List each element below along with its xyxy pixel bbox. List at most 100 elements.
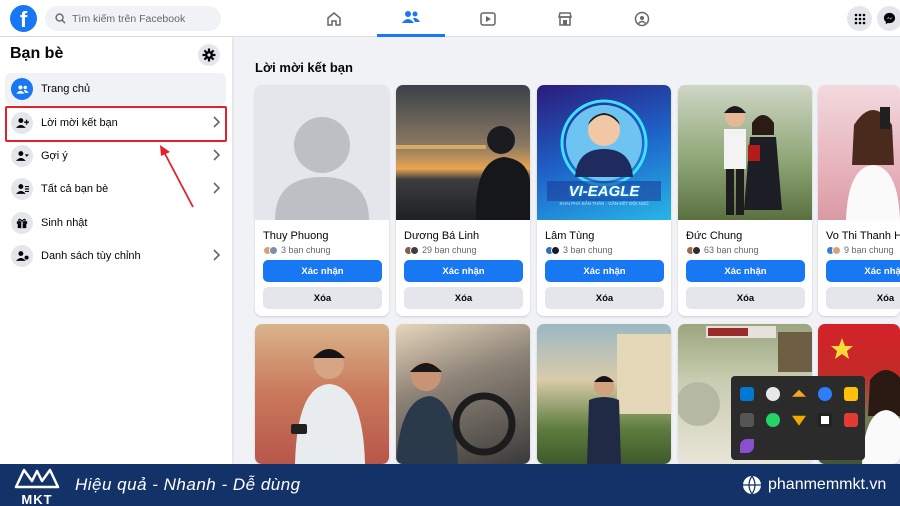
profile-photo[interactable]: VI-EAGLE KHAI PHÁ BẢN THÂN · GẮN KẾT ĐỘI… (537, 85, 671, 220)
profile-photo[interactable] (396, 324, 530, 464)
mkt-logo: MKT (14, 467, 60, 506)
messenger-button[interactable] (877, 6, 900, 31)
mutual-count: 3 bạn chung (281, 245, 331, 255)
search-input[interactable] (72, 12, 212, 25)
profile-photo[interactable] (255, 85, 389, 220)
tab-groups[interactable] (608, 0, 676, 37)
friend-request-card (255, 324, 389, 464)
feather-icon[interactable] (740, 439, 754, 453)
friends-icon (402, 11, 420, 23)
messenger-icon (883, 12, 896, 25)
delete-button[interactable]: Xóa (545, 287, 664, 309)
profile-photo[interactable] (255, 324, 389, 464)
photo-man-in-garden (587, 334, 671, 464)
footer-website[interactable]: phanmemmkt.vn (742, 475, 886, 495)
friend-request-card: Đức Chung 63 bạn chung Xác nhận Xóa (678, 85, 812, 316)
menu-button[interactable] (847, 6, 872, 31)
custom-list-icon (11, 245, 33, 267)
sidebar-item-label: Tất cả bạn bè (41, 183, 109, 195)
gear-icon (202, 48, 216, 62)
sidebar-item-label: Trang chủ (41, 83, 91, 95)
highlight-box (5, 106, 227, 142)
settings-button[interactable] (198, 44, 220, 66)
mutual-friends[interactable]: 63 bạn chung (686, 245, 759, 255)
all-friends-icon (11, 178, 33, 200)
default-avatar-icon (275, 117, 369, 220)
friend-name[interactable]: Vo Thi Thanh H (826, 230, 900, 242)
section-title: Lời mời kết bạn (255, 60, 353, 75)
confirm-button[interactable]: Xác nhận (545, 260, 664, 282)
tab-marketplace[interactable] (531, 0, 599, 37)
confirm-button[interactable]: Xác nhận (263, 260, 382, 282)
marketplace-icon (558, 11, 572, 26)
friend-name[interactable]: Lâm Tùng (545, 230, 594, 242)
tab-watch[interactable] (454, 0, 522, 37)
mutual-count: 29 bạn chung (422, 245, 477, 255)
tab-home[interactable] (300, 0, 368, 37)
footer-slogan: Hiệu quả - Nhanh - Dễ dùng (75, 475, 301, 494)
chevron-right-icon (213, 149, 220, 161)
friend-request-card: VI-EAGLE KHAI PHÁ BẢN THÂN · GẮN KẾT ĐỘI… (537, 85, 671, 316)
mutual-friends[interactable]: 9 bạn chung (826, 245, 894, 255)
delete-button[interactable]: Xóa (263, 287, 382, 309)
globe-icon (743, 475, 761, 495)
photo-man-with-phone (291, 349, 365, 464)
sidebar-item-label: Sinh nhật (41, 217, 88, 229)
mutual-count: 3 bạn chung (563, 245, 613, 255)
system-tray-popup (731, 376, 865, 460)
sidebar-item-home[interactable]: Trang chủ (5, 73, 226, 105)
photo-man-driving (396, 361, 516, 464)
watch-icon (480, 11, 496, 26)
chrome-icon[interactable] (766, 387, 780, 401)
gift-icon (11, 212, 33, 234)
whatsapp-icon[interactable] (766, 413, 780, 427)
top-navigation-bar: f (0, 0, 900, 37)
mute-icon[interactable] (740, 413, 754, 427)
profile-photo[interactable] (396, 85, 530, 220)
mutual-friends[interactable]: 3 bạn chung (263, 245, 331, 255)
arrow-icon[interactable] (792, 415, 806, 426)
friend-request-card: Dương Bá Linh 29 bạn chung Xác nhận Xóa (396, 85, 530, 316)
photo-graduation-couple (724, 106, 782, 215)
tab-friends[interactable] (377, 0, 445, 37)
friend-request-card: Vo Thi Thanh H 9 bạn chung Xác nhận Xóa (818, 85, 900, 316)
skype-icon[interactable] (740, 387, 754, 401)
delete-button[interactable]: Xóa (404, 287, 523, 309)
mutual-count: 63 bạn chung (704, 245, 759, 255)
delete-button[interactable]: Xóa (686, 287, 805, 309)
app-icon[interactable] (844, 413, 858, 427)
footer-banner: MKT Hiệu quả - Nhanh - Dễ dùng phanmemmk… (0, 464, 900, 506)
mutual-friends[interactable]: 3 bạn chung (545, 245, 613, 255)
friend-name[interactable]: Đức Chung (686, 230, 742, 242)
mutual-friends[interactable]: 29 bạn chung (404, 245, 477, 255)
chevron-right-icon (213, 182, 220, 194)
footer-website-text[interactable]: phanmemmkt.vn (768, 476, 886, 494)
facebook-logo[interactable]: f (10, 5, 37, 32)
profile-photo[interactable] (678, 85, 812, 220)
cloud-icon[interactable] (792, 389, 806, 397)
profile-photo[interactable] (818, 85, 900, 220)
confirm-button[interactable]: Xác nhận (686, 260, 805, 282)
check-icon[interactable] (818, 387, 832, 401)
friend-name[interactable]: Thuy Phuong (263, 230, 328, 242)
confirm-button[interactable]: Xác nhận (404, 260, 523, 282)
friends-sidebar: Bạn bè Trang chủ Lời mời kết bạn Gợi ý T… (0, 37, 232, 464)
photo-badge-subtitle: KHAI PHÁ BẢN THÂN · GẮN KẾT ĐỘI NGŨ (559, 201, 649, 206)
profile-photo[interactable] (537, 324, 671, 464)
search-box[interactable] (45, 6, 221, 31)
sidebar-item-label: Gợi ý (41, 150, 68, 162)
friend-request-card (396, 324, 530, 464)
friend-name[interactable]: Dương Bá Linh (404, 230, 479, 242)
photo-badge-title: VI-EAGLE (568, 183, 640, 200)
record-icon[interactable] (818, 413, 832, 427)
friend-suggest-icon (11, 145, 33, 167)
mkt-logo-text: MKT (21, 492, 53, 506)
sidebar-item-custom-lists[interactable]: Danh sách tùy chỉnh (5, 240, 226, 272)
delete-button[interactable]: Xóa (826, 287, 900, 309)
confirm-button[interactable]: Xác nhận (826, 260, 900, 282)
sidebar-item-label: Danh sách tùy chỉnh (41, 250, 141, 262)
mutual-count: 9 bạn chung (844, 245, 894, 255)
flag-icon[interactable] (844, 387, 858, 401)
friends-home-icon (11, 78, 33, 100)
photo-person-silhouette (396, 126, 530, 220)
